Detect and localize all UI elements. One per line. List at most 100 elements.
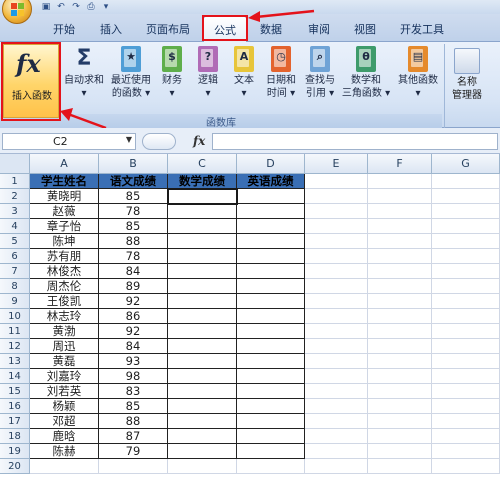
table-cell[interactable]: 88 <box>99 234 168 249</box>
name-manager-button[interactable]: 名称 管理器 <box>452 48 482 102</box>
table-cell[interactable] <box>432 444 500 459</box>
table-cell[interactable] <box>432 339 500 354</box>
table-cell[interactable] <box>168 279 237 294</box>
table-cell[interactable] <box>305 174 368 189</box>
table-cell[interactable] <box>305 309 368 324</box>
table-cell[interactable] <box>432 324 500 339</box>
table-cell[interactable] <box>432 219 500 234</box>
table-cell[interactable]: 79 <box>99 444 168 459</box>
table-cell[interactable] <box>168 444 237 459</box>
table-cell[interactable]: 陈坤 <box>30 234 99 249</box>
table-cell[interactable]: 85 <box>99 189 168 204</box>
table-cell[interactable] <box>237 219 305 234</box>
table-cell[interactable] <box>432 384 500 399</box>
print-preview-icon[interactable]: ⎙ <box>85 2 97 13</box>
table-cell[interactable] <box>237 294 305 309</box>
table-cell[interactable] <box>237 309 305 324</box>
row-header[interactable]: 15 <box>0 384 30 399</box>
table-cell[interactable] <box>368 309 432 324</box>
datetime-button[interactable]: ◷ 日期和 时间 ▾ <box>264 46 298 100</box>
table-cell[interactable] <box>237 249 305 264</box>
math-trig-button[interactable]: θ 数学和 三角函数 ▾ <box>340 46 392 100</box>
lookup-reference-button[interactable]: ⌕ 查找与 引用 ▾ <box>302 46 338 100</box>
table-cell[interactable]: 78 <box>99 249 168 264</box>
table-cell[interactable] <box>237 444 305 459</box>
row-header[interactable]: 1 <box>0 174 30 189</box>
table-cell[interactable]: 85 <box>99 219 168 234</box>
column-header-f[interactable]: F <box>368 154 432 174</box>
table-cell[interactable]: 王俊凯 <box>30 294 99 309</box>
formula-input[interactable] <box>212 133 498 150</box>
table-cell[interactable] <box>305 384 368 399</box>
row-header[interactable]: 5 <box>0 234 30 249</box>
fx-icon[interactable]: fx <box>193 134 205 148</box>
row-header[interactable]: 2 <box>0 189 30 204</box>
row-header[interactable]: 4 <box>0 219 30 234</box>
row-header[interactable]: 8 <box>0 279 30 294</box>
table-cell[interactable] <box>305 339 368 354</box>
more-functions-button[interactable]: ▤ 其他函数 ▾ <box>394 46 442 100</box>
table-cell[interactable] <box>237 384 305 399</box>
table-cell[interactable] <box>305 324 368 339</box>
table-cell[interactable] <box>168 309 237 324</box>
row-header[interactable]: 3 <box>0 204 30 219</box>
table-cell[interactable]: 林俊杰 <box>30 264 99 279</box>
table-cell[interactable]: 刘嘉玲 <box>30 369 99 384</box>
autosum-button[interactable]: Σ 自动求和 ▾ <box>62 46 106 100</box>
table-cell[interactable] <box>168 369 237 384</box>
table-cell[interactable]: 85 <box>99 399 168 414</box>
tab-data[interactable]: 数据 <box>260 21 282 37</box>
table-cell[interactable] <box>305 204 368 219</box>
table-cell[interactable] <box>305 234 368 249</box>
table-cell[interactable] <box>168 234 237 249</box>
table-cell[interactable] <box>168 384 237 399</box>
column-header-c[interactable]: C <box>168 154 237 174</box>
table-cell[interactable] <box>432 189 500 204</box>
table-cell[interactable] <box>305 414 368 429</box>
table-cell[interactable] <box>237 399 305 414</box>
table-cell[interactable]: 92 <box>99 324 168 339</box>
chevron-down-icon[interactable]: ▼ <box>126 135 132 144</box>
table-cell[interactable]: 周迅 <box>30 339 99 354</box>
table-cell[interactable] <box>237 354 305 369</box>
table-cell[interactable] <box>432 249 500 264</box>
table-cell[interactable] <box>305 249 368 264</box>
table-cell[interactable] <box>368 354 432 369</box>
table-cell[interactable] <box>432 204 500 219</box>
table-cell[interactable]: 章子怡 <box>30 219 99 234</box>
table-cell[interactable] <box>368 219 432 234</box>
column-header-b[interactable]: B <box>99 154 168 174</box>
table-cell[interactable] <box>168 399 237 414</box>
redo-icon[interactable]: ↷ <box>70 2 82 13</box>
table-cell[interactable] <box>305 294 368 309</box>
table-header-cell[interactable]: 学生姓名 <box>30 174 99 189</box>
table-cell[interactable] <box>237 204 305 219</box>
table-cell[interactable]: 86 <box>99 309 168 324</box>
table-cell[interactable]: 刘若英 <box>30 384 99 399</box>
table-cell[interactable] <box>432 369 500 384</box>
table-cell[interactable] <box>368 384 432 399</box>
table-cell[interactable] <box>168 339 237 354</box>
name-box[interactable]: C2 ▼ <box>2 133 136 150</box>
table-cell[interactable] <box>167 188 238 205</box>
table-cell[interactable] <box>368 369 432 384</box>
table-cell[interactable] <box>368 399 432 414</box>
table-cell[interactable] <box>305 219 368 234</box>
table-cell[interactable] <box>168 324 237 339</box>
table-cell[interactable] <box>432 234 500 249</box>
row-header[interactable]: 11 <box>0 324 30 339</box>
column-header-e[interactable]: E <box>305 154 368 174</box>
table-cell[interactable] <box>168 264 237 279</box>
table-cell[interactable] <box>432 354 500 369</box>
formula-cancel-enter-area[interactable] <box>142 133 176 150</box>
table-cell[interactable]: 黄磊 <box>30 354 99 369</box>
table-cell[interactable] <box>432 174 500 189</box>
table-cell[interactable] <box>432 414 500 429</box>
row-header[interactable]: 13 <box>0 354 30 369</box>
table-cell[interactable] <box>168 204 237 219</box>
table-cell[interactable] <box>305 369 368 384</box>
table-cell[interactable] <box>237 234 305 249</box>
select-all-corner[interactable] <box>0 154 30 174</box>
table-cell[interactable]: 林志玲 <box>30 309 99 324</box>
tab-insert[interactable]: 插入 <box>100 21 122 37</box>
